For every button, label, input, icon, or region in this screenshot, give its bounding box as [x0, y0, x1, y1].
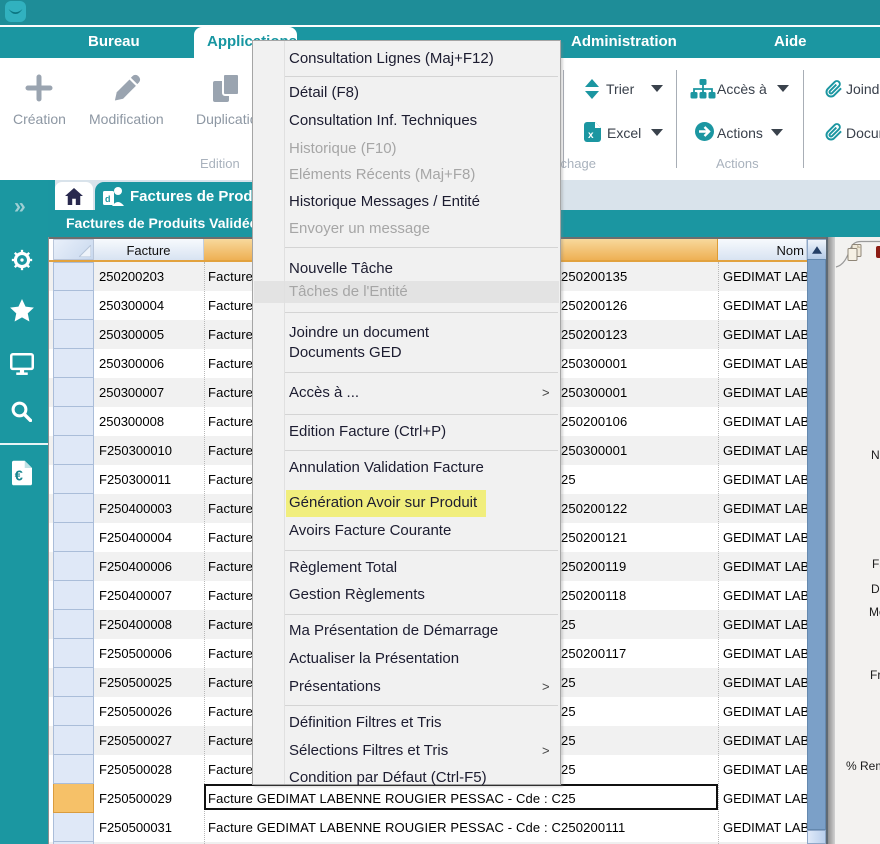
svg-text:x: x: [588, 130, 594, 141]
svg-text:d: d: [105, 194, 111, 204]
svg-text:€: €: [15, 469, 23, 485]
